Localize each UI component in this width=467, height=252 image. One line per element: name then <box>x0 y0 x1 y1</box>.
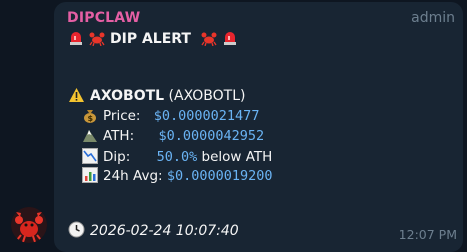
avg-row: 24h Avg: $0.0000019200 <box>82 167 273 187</box>
siren-icon <box>68 30 84 50</box>
ath-row: ATH: $0.0000042952 <box>82 127 264 147</box>
dip-row: Dip: 50.0% below ATH <box>82 148 272 168</box>
siren-icon <box>222 30 238 50</box>
ath-value: $0.0000042952 <box>158 128 265 144</box>
token-symbol: (AXOBOTL) <box>168 88 246 104</box>
avatar[interactable] <box>11 207 47 243</box>
alert-title: DIP ALERT <box>110 31 191 47</box>
token-line: AXOBOTL (AXOBOTL) <box>68 87 245 107</box>
price-value: $0.0000021477 <box>153 108 260 124</box>
price-label: Price: <box>103 108 141 124</box>
avg-value: $0.0000019200 <box>166 168 273 184</box>
dip-value: 50.0% <box>156 149 198 165</box>
dip-suffix: below ATH <box>201 149 273 165</box>
money-bag-icon: $ <box>82 107 98 127</box>
sender-role: admin <box>411 10 455 26</box>
crab-icon <box>89 30 105 50</box>
mountain-icon <box>82 127 98 147</box>
timestamp-line: 2026-02-24 10:07:40 <box>68 221 239 242</box>
sender-name[interactable]: DIPCLAW <box>67 10 140 26</box>
message-time: 12:07 PM <box>398 227 457 242</box>
crab-icon <box>201 30 217 50</box>
dip-label: Dip: <box>103 149 131 165</box>
clock-icon <box>68 221 85 242</box>
message-bubble[interactable]: DIPCLAW admin DIP ALERT AXOBOTL (AXOBOTL… <box>54 2 463 252</box>
bar-chart-icon <box>82 167 98 187</box>
ath-label: ATH: <box>103 128 135 144</box>
token-name: AXOBOTL <box>90 88 165 104</box>
timestamp: 2026-02-24 10:07:40 <box>90 223 239 239</box>
avg-label: 24h Avg: <box>103 168 163 184</box>
chart-down-icon <box>82 148 98 168</box>
svg-text:$: $ <box>88 114 94 123</box>
alert-title-line: DIP ALERT <box>68 30 243 50</box>
warning-icon <box>68 87 85 107</box>
price-row: $ Price: $0.0000021477 <box>82 107 259 127</box>
